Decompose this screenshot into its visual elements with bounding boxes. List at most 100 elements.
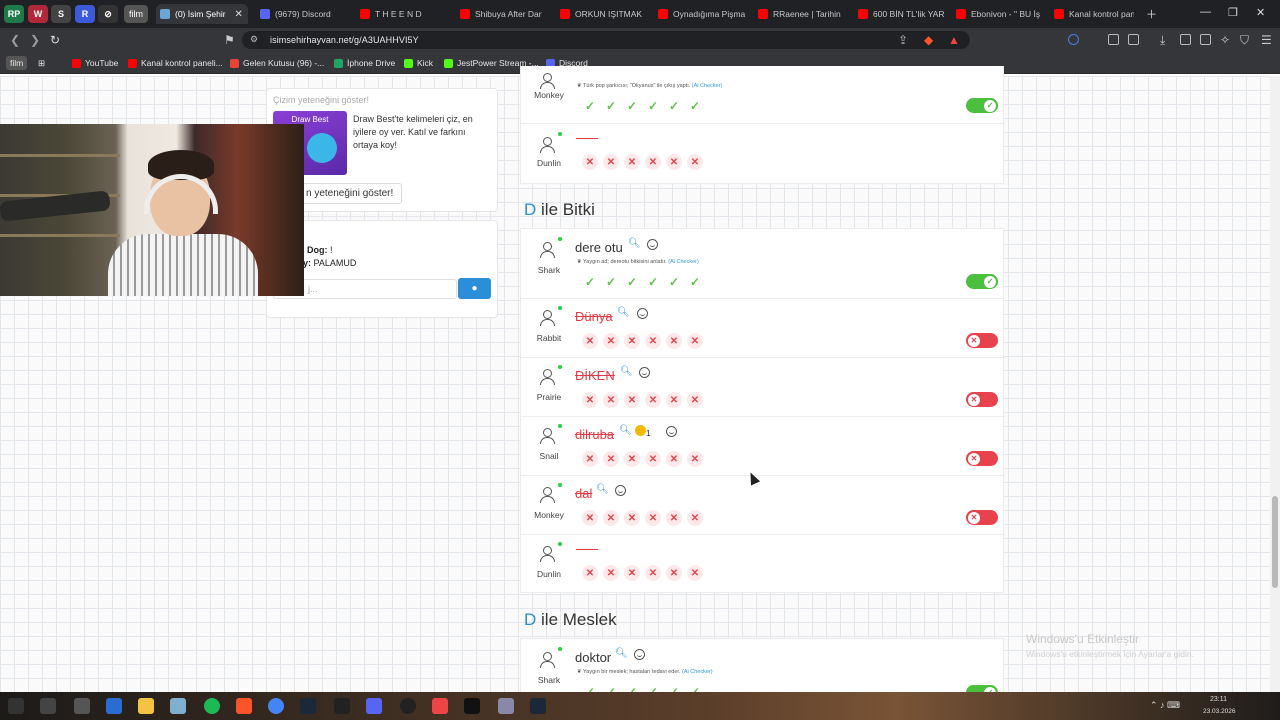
vote-reject-icon[interactable]: ✕ bbox=[666, 392, 682, 408]
vote-reject-icon[interactable]: ✕ bbox=[582, 154, 598, 170]
vote-reject-icon[interactable]: ✕ bbox=[624, 392, 640, 408]
download-icon[interactable]: ⤓ bbox=[1160, 33, 1165, 48]
extension-icon[interactable] bbox=[1068, 34, 1079, 45]
vote-reject-icon[interactable]: ✕ bbox=[687, 392, 703, 408]
vote-approve-icon[interactable]: ✓ bbox=[665, 684, 683, 692]
vote-reject-icon[interactable]: ✕ bbox=[582, 565, 598, 581]
vote-approve-icon[interactable]: ✓ bbox=[581, 684, 599, 692]
pinned-tab[interactable]: R bbox=[75, 5, 95, 23]
vote-reject-icon[interactable]: ✕ bbox=[645, 451, 661, 467]
epic-games-icon[interactable] bbox=[334, 698, 350, 714]
vote-reject-icon[interactable]: ✕ bbox=[666, 333, 682, 349]
add-reaction-icon[interactable] bbox=[615, 485, 626, 496]
vote-reject-icon[interactable]: ✕ bbox=[624, 451, 640, 467]
reload-icon[interactable]: ↻ bbox=[50, 33, 60, 47]
vote-reject-icon[interactable]: ✕ bbox=[624, 565, 640, 581]
tab-youtube[interactable]: Shibuya After Dar bbox=[456, 4, 548, 24]
sidebar-icon[interactable] bbox=[1180, 34, 1191, 45]
vote-reject-icon[interactable]: ✕ bbox=[582, 451, 598, 467]
vote-approve-icon[interactable]: ✓ bbox=[644, 274, 662, 290]
add-reaction-icon[interactable] bbox=[666, 426, 677, 437]
vote-reject-icon[interactable]: ✕ bbox=[645, 392, 661, 408]
vote-reject-icon[interactable]: ✕ bbox=[666, 510, 682, 526]
bookmark-icon[interactable]: ⚑ bbox=[224, 33, 235, 47]
reaction-badge[interactable]: 1 bbox=[635, 425, 650, 439]
vote-reject-icon[interactable]: ✕ bbox=[603, 510, 619, 526]
vote-reject-icon[interactable]: ✕ bbox=[687, 451, 703, 467]
vote-approve-icon[interactable]: ✓ bbox=[581, 274, 599, 290]
tab-youtube[interactable]: Ebonivon - " BU İş bbox=[952, 4, 1044, 24]
scrollbar-track[interactable] bbox=[1270, 76, 1280, 692]
vote-approve-icon[interactable]: ✓ bbox=[686, 98, 704, 114]
answer-valid-toggle[interactable]: ✕ bbox=[966, 510, 998, 525]
steam-icon[interactable] bbox=[530, 698, 546, 714]
answer-valid-toggle[interactable]: ✕ bbox=[966, 392, 998, 407]
store-icon[interactable] bbox=[106, 698, 122, 714]
extension-icon[interactable] bbox=[1128, 34, 1139, 45]
vote-reject-icon[interactable]: ✕ bbox=[624, 510, 640, 526]
bookmark-gmail[interactable]: Gelen Kutusu (96) -... bbox=[230, 56, 324, 70]
search-icon[interactable]: 🔍︎ bbox=[619, 425, 632, 436]
leo-ai-icon[interactable]: ✧ bbox=[1220, 33, 1230, 47]
answer-valid-toggle[interactable]: ✓ bbox=[966, 685, 998, 692]
task-view-icon[interactable] bbox=[74, 698, 90, 714]
search-icon[interactable]: 🔍︎ bbox=[620, 366, 633, 377]
answer-valid-toggle[interactable]: ✓ bbox=[966, 98, 998, 113]
back-icon[interactable]: ❮ bbox=[10, 33, 20, 47]
vote-reject-icon[interactable]: ✕ bbox=[645, 565, 661, 581]
minimize-icon[interactable]: — bbox=[1200, 6, 1211, 18]
bookmark-kick[interactable]: Kick bbox=[404, 56, 433, 70]
vote-reject-icon[interactable]: ✕ bbox=[645, 154, 661, 170]
vote-reject-icon[interactable]: ✕ bbox=[687, 333, 703, 349]
vote-approve-icon[interactable]: ✓ bbox=[623, 274, 641, 290]
brave-icon[interactable] bbox=[236, 698, 252, 714]
bookmark-drive[interactable]: İphone Drive bbox=[334, 56, 395, 70]
answer-valid-toggle[interactable]: ✕ bbox=[966, 451, 998, 466]
pinned-tab[interactable]: RP bbox=[4, 5, 24, 23]
bookmark-film[interactable]: film bbox=[6, 56, 28, 70]
answer-valid-toggle[interactable]: ✕ bbox=[966, 333, 998, 348]
vote-reject-icon[interactable]: ✕ bbox=[624, 333, 640, 349]
vote-reject-icon[interactable]: ✕ bbox=[603, 565, 619, 581]
vote-reject-icon[interactable]: ✕ bbox=[666, 154, 682, 170]
menu-icon[interactable]: ☰ bbox=[1261, 33, 1272, 47]
search-icon[interactable]: 🔍︎ bbox=[617, 307, 630, 318]
extensions-puzzle-icon[interactable] bbox=[1108, 34, 1119, 45]
add-reaction-icon[interactable] bbox=[647, 239, 658, 250]
vote-reject-icon[interactable]: ✕ bbox=[687, 565, 703, 581]
discord-icon[interactable] bbox=[366, 698, 382, 714]
clock-time[interactable]: 23:11 bbox=[1210, 696, 1227, 703]
search-icon[interactable]: 🔍︎ bbox=[615, 648, 628, 659]
vote-approve-icon[interactable]: ✓ bbox=[602, 684, 620, 692]
tab-youtube[interactable]: T H E E N D bbox=[356, 4, 448, 24]
search-icon[interactable]: 🔍︎ bbox=[628, 238, 641, 249]
chrome-icon[interactable] bbox=[268, 698, 284, 714]
add-reaction-icon[interactable] bbox=[639, 367, 650, 378]
vote-approve-icon[interactable]: ✓ bbox=[686, 684, 704, 692]
app-icon[interactable] bbox=[498, 698, 514, 714]
tab-youtube[interactable]: Oynadığıma Pişma bbox=[654, 4, 746, 24]
search-icon[interactable]: 🔍︎ bbox=[596, 484, 609, 495]
vote-reject-icon[interactable]: ✕ bbox=[687, 510, 703, 526]
pinned-tab[interactable]: W bbox=[28, 5, 48, 23]
app-icon[interactable] bbox=[464, 698, 480, 714]
vote-reject-icon[interactable]: ✕ bbox=[603, 333, 619, 349]
pinned-tab[interactable]: ⊘ bbox=[98, 5, 118, 23]
spotify-icon[interactable] bbox=[204, 698, 220, 714]
draw-best-button[interactable]: n yeteneğini göster! bbox=[297, 183, 403, 204]
pinned-tab[interactable]: S bbox=[51, 5, 71, 23]
bookmark-kanal[interactable]: Kanal kontrol paneli... bbox=[128, 56, 223, 70]
brave-rewards-icon[interactable]: ▲ bbox=[948, 33, 960, 47]
vote-reject-icon[interactable]: ✕ bbox=[645, 333, 661, 349]
vote-reject-icon[interactable]: ✕ bbox=[582, 392, 598, 408]
obs-icon[interactable] bbox=[400, 698, 416, 714]
vote-reject-icon[interactable]: ✕ bbox=[582, 510, 598, 526]
close-window-icon[interactable]: ✕ bbox=[1256, 6, 1265, 19]
site-info-icon[interactable]: ⚙ bbox=[250, 34, 258, 45]
vote-reject-icon[interactable]: ✕ bbox=[603, 451, 619, 467]
scrollbar-thumb[interactable] bbox=[1272, 496, 1278, 588]
tab-isim-sehir[interactable]: (0) İsim Şehir ✕ bbox=[156, 4, 248, 24]
vote-approve-icon[interactable]: ✓ bbox=[686, 274, 704, 290]
start-icon[interactable] bbox=[8, 698, 24, 714]
vote-approve-icon[interactable]: ✓ bbox=[623, 684, 641, 692]
